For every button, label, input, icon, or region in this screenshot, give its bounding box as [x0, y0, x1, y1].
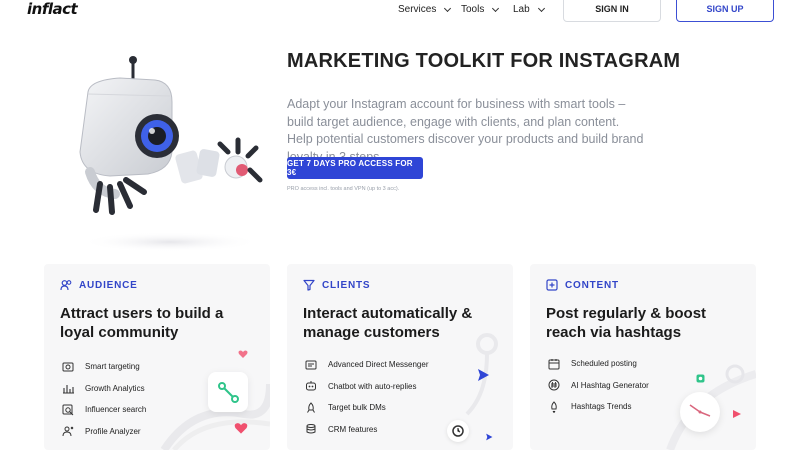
list-item[interactable]: Influencer search: [62, 399, 146, 421]
list-item[interactable]: Growth Analytics: [62, 378, 146, 400]
clients-card: CLIENTS Interact automatically & manage …: [287, 264, 513, 450]
search-user-icon: [62, 404, 74, 416]
rocket-icon: [305, 402, 317, 414]
nav-lab-label: Lab: [513, 4, 530, 15]
content-feature-list: Scheduled posting AI Hashtag Generator H…: [548, 353, 649, 418]
clients-label: CLIENTS: [322, 279, 371, 291]
clients-title: Interact automatically & manage customer…: [303, 305, 473, 341]
schedule-clock-icon: [680, 392, 720, 432]
list-item[interactable]: Chatbot with auto-replies: [305, 376, 429, 398]
feature-label: CRM features: [328, 424, 378, 434]
play-icon: [732, 406, 742, 418]
pro-access-button[interactable]: GET 7 DAYS PRO ACCESS FOR 3€: [287, 157, 423, 179]
feature-label: Hashtags Trends: [571, 402, 632, 412]
feature-label: Scheduled posting: [571, 359, 637, 369]
hero-title: MARKETING TOOLKIT FOR INSTAGRAM: [287, 50, 681, 72]
audience-label-row: AUDIENCE: [60, 279, 138, 291]
robot-illustration: [79, 56, 263, 252]
list-item[interactable]: Scheduled posting: [548, 353, 649, 375]
calendar-icon: [548, 358, 560, 370]
nav-services[interactable]: Services: [398, 4, 452, 15]
feature-label: Profile Analyzer: [85, 426, 141, 436]
nav-services-label: Services: [398, 4, 437, 15]
audience-card: AUDIENCE Attract users to build a loyal …: [44, 264, 270, 450]
cta-note: PRO access incl. tools and VPN (up to 3 …: [287, 186, 400, 192]
nav-tools-label: Tools: [461, 4, 485, 15]
feature-label: Chatbot with auto-replies: [328, 381, 417, 391]
feature-label: Advanced Direct Messenger: [328, 360, 429, 370]
nav-lab[interactable]: Lab: [513, 4, 545, 15]
list-item[interactable]: Smart targeting: [62, 356, 146, 378]
profile-analyzer-icon: [62, 425, 74, 437]
feature-label: Target bulk DMs: [328, 403, 386, 413]
chatbot-icon: [305, 380, 317, 392]
trend-rocket-icon: [548, 401, 560, 413]
list-item[interactable]: Hashtags Trends: [548, 396, 649, 418]
list-item[interactable]: CRM features: [305, 419, 429, 441]
clock-icon: [447, 420, 469, 442]
audience-icon: [60, 280, 72, 291]
messenger-icon: [305, 359, 317, 371]
feature-label: Smart targeting: [85, 362, 140, 372]
add-content-icon: [546, 279, 558, 291]
top-navigation: inflact Services Tools Lab SIGN IN SIGN …: [0, 0, 800, 22]
brand-logo[interactable]: inflact: [27, 0, 78, 18]
chevron-down-icon: [444, 4, 452, 12]
content-label-row: CONTENT: [546, 279, 619, 291]
sign-up-button[interactable]: SIGN UP: [676, 0, 774, 22]
list-item[interactable]: Target bulk DMs: [305, 397, 429, 419]
database-icon: [305, 423, 317, 435]
clients-label-row: CLIENTS: [303, 279, 370, 291]
heart-icon: [238, 346, 248, 358]
sign-in-button[interactable]: SIGN IN: [563, 0, 661, 22]
audience-title: Attract users to build a loyal community: [60, 305, 224, 341]
audience-feature-list: Smart targeting Growth Analytics Influen…: [62, 356, 146, 442]
content-label: CONTENT: [565, 279, 619, 291]
analytics-badge-icon: [208, 372, 248, 412]
feature-label: AI Hashtag Generator: [571, 380, 649, 390]
list-item[interactable]: Profile Analyzer: [62, 421, 146, 443]
bar-chart-icon: [62, 382, 74, 394]
content-card: CONTENT Post regularly & boost reach via…: [530, 264, 756, 450]
camera-icon: [696, 370, 705, 383]
chevron-down-icon: [492, 4, 500, 12]
target-icon: [62, 361, 74, 373]
content-title: Post regularly & boost reach via hashtag…: [546, 305, 707, 341]
hero-description: Adapt your Instagram account for busines…: [287, 97, 644, 164]
audience-label: AUDIENCE: [79, 279, 138, 291]
clients-feature-list: Advanced Direct Messenger Chatbot with a…: [305, 354, 429, 440]
list-item[interactable]: Advanced Direct Messenger: [305, 354, 429, 376]
hashtag-icon: [548, 379, 560, 391]
send-arrow-icon: [485, 428, 493, 441]
heart-icon: [234, 421, 248, 435]
list-item[interactable]: AI Hashtag Generator: [548, 375, 649, 397]
chevron-down-icon: [537, 4, 545, 12]
filter-icon: [303, 279, 315, 291]
send-arrow-icon: [476, 368, 490, 382]
nav-tools[interactable]: Tools: [461, 4, 500, 15]
feature-label: Growth Analytics: [85, 383, 145, 393]
feature-label: Influencer search: [85, 405, 147, 415]
